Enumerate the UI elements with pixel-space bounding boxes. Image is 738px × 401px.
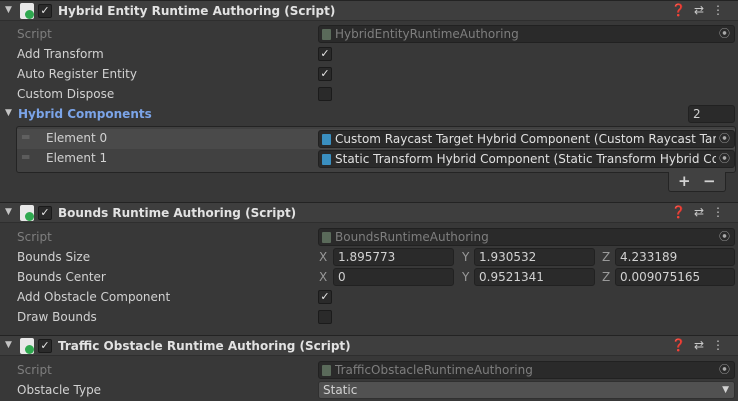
- foldout-arrow-icon[interactable]: ▼: [5, 108, 12, 118]
- element-0-object-field[interactable]: Custom Raycast Target Hybrid Component (…: [318, 130, 735, 148]
- drag-handle-icon[interactable]: ═: [22, 130, 29, 144]
- component-icon: [322, 154, 331, 165]
- drag-handle-icon[interactable]: ═: [22, 150, 29, 164]
- enabled-checkbox[interactable]: ✓: [38, 339, 52, 353]
- component-header-bounds[interactable]: ▼ ✓ Bounds Runtime Authoring (Script) ❓⇄…: [0, 202, 738, 223]
- custom-dispose-label: Custom Dispose: [17, 87, 115, 101]
- presets-icon[interactable]: ⇄: [694, 3, 712, 17]
- help-icon[interactable]: ❓: [671, 205, 694, 219]
- script-file-icon: [322, 232, 331, 243]
- bounds-center-label: Bounds Center: [17, 270, 106, 284]
- component-title: Traffic Obstacle Runtime Authoring (Scri…: [58, 339, 351, 353]
- bounds-center-y[interactable]: 0.9521341: [474, 268, 595, 286]
- add-obstacle-component-checkbox[interactable]: ✓: [318, 290, 332, 304]
- script-field[interactable]: HybridEntityRuntimeAuthoring ⦿: [318, 25, 735, 43]
- object-picker-icon[interactable]: ⦿: [719, 151, 730, 167]
- script-label: Script: [17, 230, 52, 244]
- add-element-button[interactable]: +: [678, 172, 691, 190]
- list-footer: + −: [668, 172, 726, 192]
- draw-bounds-label: Draw Bounds: [17, 310, 97, 324]
- auto-register-entity-checkbox[interactable]: ✓: [318, 67, 332, 81]
- more-menu-icon[interactable]: ⋮: [712, 338, 732, 352]
- foldout-arrow-icon[interactable]: ▼: [5, 5, 12, 15]
- enabled-checkbox[interactable]: ✓: [38, 206, 52, 220]
- header-tools[interactable]: ❓⇄⋮: [671, 205, 732, 219]
- remove-element-button[interactable]: −: [703, 172, 716, 190]
- chevron-down-icon: ▼: [722, 385, 729, 395]
- script-label: Script: [17, 363, 52, 377]
- presets-icon[interactable]: ⇄: [694, 205, 712, 219]
- bounds-size-z[interactable]: 4.233189: [615, 248, 735, 266]
- bounds-size-y[interactable]: 1.930532: [474, 248, 595, 266]
- component-header-traffic-obstacle[interactable]: ▼ ✓ Traffic Obstacle Runtime Authoring (…: [0, 335, 738, 356]
- bounds-center-x[interactable]: 0: [333, 268, 454, 286]
- enabled-checkbox[interactable]: ✓: [38, 4, 52, 18]
- header-tools[interactable]: ❓⇄⋮: [671, 338, 732, 352]
- foldout-arrow-icon[interactable]: ▼: [5, 340, 12, 350]
- element-1-object-field[interactable]: Static Transform Hybrid Component (Stati…: [318, 150, 735, 168]
- add-obstacle-component-label: Add Obstacle Component: [17, 290, 171, 304]
- bounds-size-x[interactable]: 1.895773: [333, 248, 454, 266]
- dropdown-value: Static: [323, 383, 358, 397]
- element-label: Element 1: [46, 151, 108, 165]
- z-label: Z: [602, 250, 611, 264]
- foldout-arrow-icon[interactable]: ▼: [5, 207, 12, 217]
- script-icon: [20, 3, 34, 19]
- custom-dispose-checkbox[interactable]: [318, 87, 332, 101]
- x-label: X: [319, 250, 328, 264]
- object-picker-icon[interactable]: ⦿: [719, 131, 730, 147]
- element-label: Element 0: [46, 131, 108, 145]
- obstacle-type-dropdown[interactable]: Static ▼: [318, 381, 735, 399]
- draw-bounds-checkbox[interactable]: [318, 310, 332, 324]
- script-field[interactable]: TrafficObstacleRuntimeAuthoring ⦿: [318, 361, 735, 379]
- more-menu-icon[interactable]: ⋮: [712, 205, 732, 219]
- object-picker-icon[interactable]: ⦿: [719, 362, 730, 378]
- bounds-size-label: Bounds Size: [17, 250, 91, 264]
- script-file-icon: [322, 365, 331, 376]
- script-icon: [20, 338, 34, 354]
- auto-register-entity-label: Auto Register Entity: [17, 67, 137, 81]
- script-field[interactable]: BoundsRuntimeAuthoring ⦿: [318, 228, 735, 246]
- header-tools[interactable]: ❓⇄⋮: [671, 3, 732, 17]
- z-label: Z: [602, 270, 611, 284]
- more-menu-icon[interactable]: ⋮: [712, 3, 732, 17]
- hybrid-components-label[interactable]: Hybrid Components: [18, 106, 152, 122]
- y-label: Y: [462, 250, 470, 264]
- object-picker-icon[interactable]: ⦿: [719, 229, 730, 245]
- add-transform-checkbox[interactable]: ✓: [318, 47, 332, 61]
- presets-icon[interactable]: ⇄: [694, 338, 712, 352]
- component-header-hybrid-entity[interactable]: ▼ ✓ Hybrid Entity Runtime Authoring (Scr…: [0, 0, 738, 21]
- add-transform-label: Add Transform: [17, 47, 104, 61]
- script-label: Script: [17, 27, 52, 41]
- help-icon[interactable]: ❓: [671, 3, 694, 17]
- script-file-icon: [322, 29, 331, 40]
- bounds-center-z[interactable]: 0.009075165: [615, 268, 735, 286]
- component-title: Bounds Runtime Authoring (Script): [58, 206, 297, 220]
- list-size-field[interactable]: 2: [688, 105, 735, 123]
- object-picker-icon[interactable]: ⦿: [719, 26, 730, 42]
- x-label: X: [319, 270, 328, 284]
- component-title: Hybrid Entity Runtime Authoring (Script): [58, 4, 336, 18]
- component-icon: [322, 134, 331, 145]
- y-label: Y: [462, 270, 470, 284]
- obstacle-type-label: Obstacle Type: [17, 383, 102, 397]
- script-icon: [20, 205, 34, 221]
- help-icon[interactable]: ❓: [671, 338, 694, 352]
